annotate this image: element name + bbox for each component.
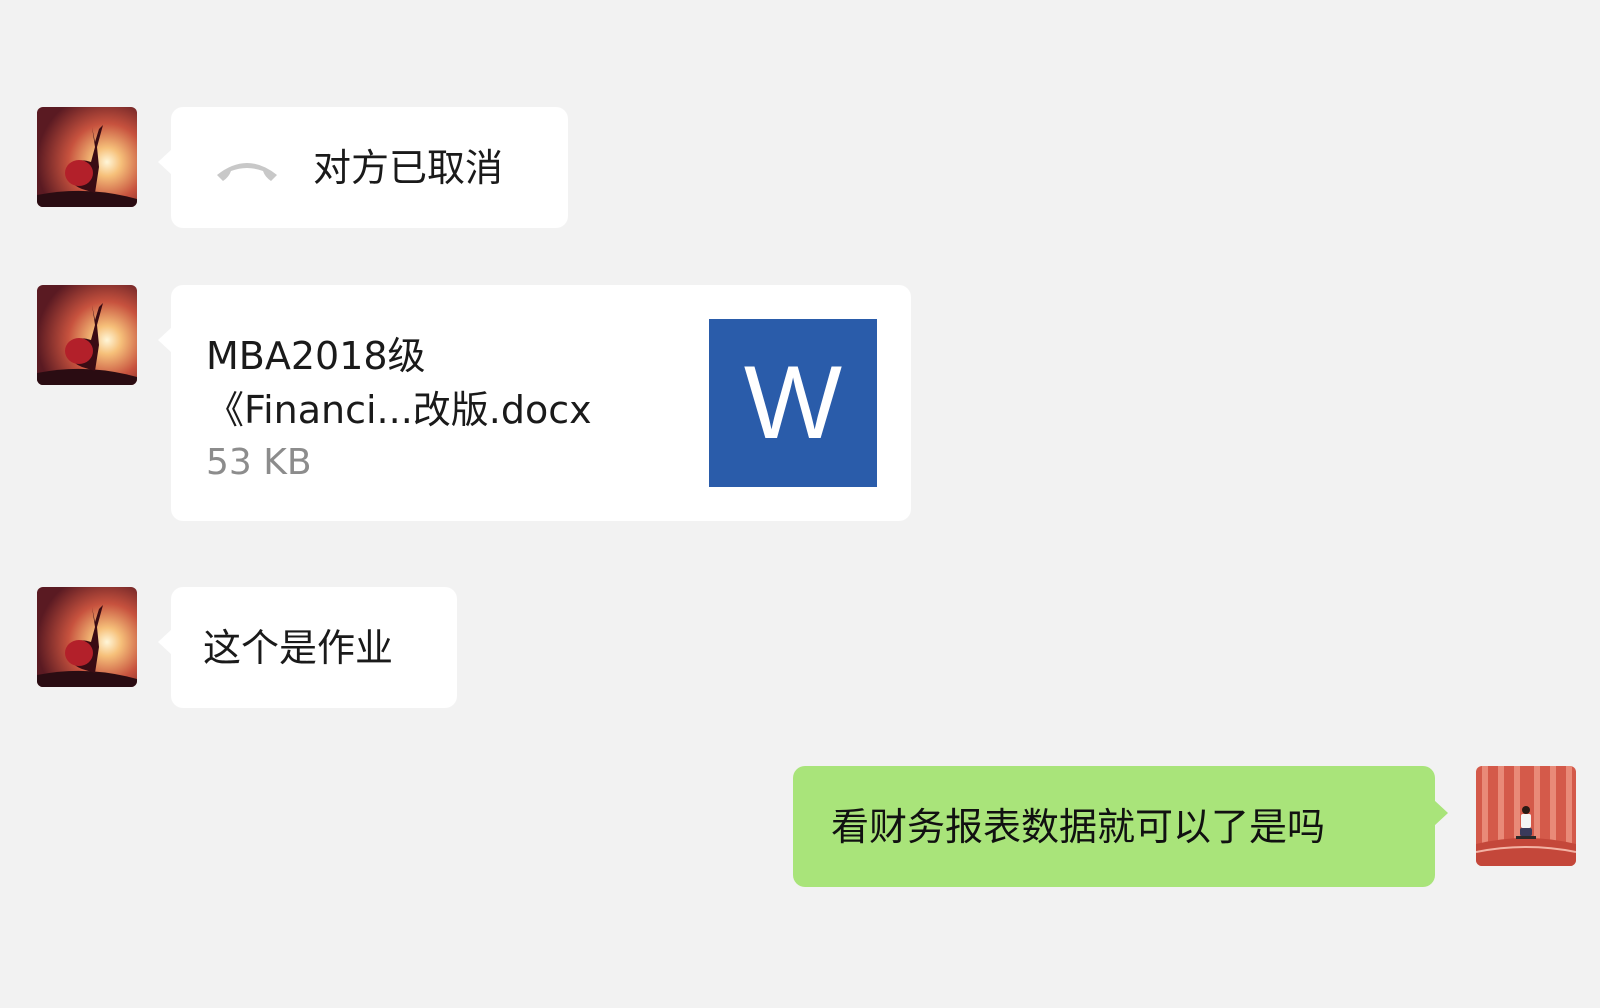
message-text: 对方已取消 (313, 146, 504, 190)
chat-window: 对方已取消 MBA2018级 《Financi...改版.docx 53 KB (0, 0, 1600, 1008)
message-text: 看财务报表数据就可以了是吗 (831, 805, 1326, 849)
phone-hangup-icon (217, 163, 277, 181)
contact-avatar[interactable] (37, 285, 137, 385)
avatar-image (37, 107, 137, 207)
sent-text-message[interactable]: 看财务报表数据就可以了是吗 (793, 766, 1448, 887)
avatar-image (1476, 766, 1576, 866)
file-name: MBA2018级 《Financi...改版.docx (206, 329, 666, 437)
contact-avatar[interactable] (37, 107, 137, 207)
avatar-image (37, 285, 137, 385)
message-text: 这个是作业 (203, 626, 394, 670)
avatar-image (37, 587, 137, 687)
file-name-line-1: MBA2018级 (206, 334, 426, 378)
call-cancelled-message[interactable]: 对方已取消 (158, 107, 568, 228)
self-avatar[interactable] (1476, 766, 1576, 866)
file-size: 53 KB (206, 442, 312, 483)
contact-avatar[interactable] (37, 587, 137, 687)
text-message[interactable]: 这个是作业 (158, 587, 457, 708)
word-icon-letter: W (743, 345, 843, 461)
word-document-icon: W (709, 319, 877, 487)
file-name-line-2: 《Financi...改版.docx (206, 388, 592, 432)
file-message[interactable]: MBA2018级 《Financi...改版.docx 53 KB W (158, 285, 911, 521)
